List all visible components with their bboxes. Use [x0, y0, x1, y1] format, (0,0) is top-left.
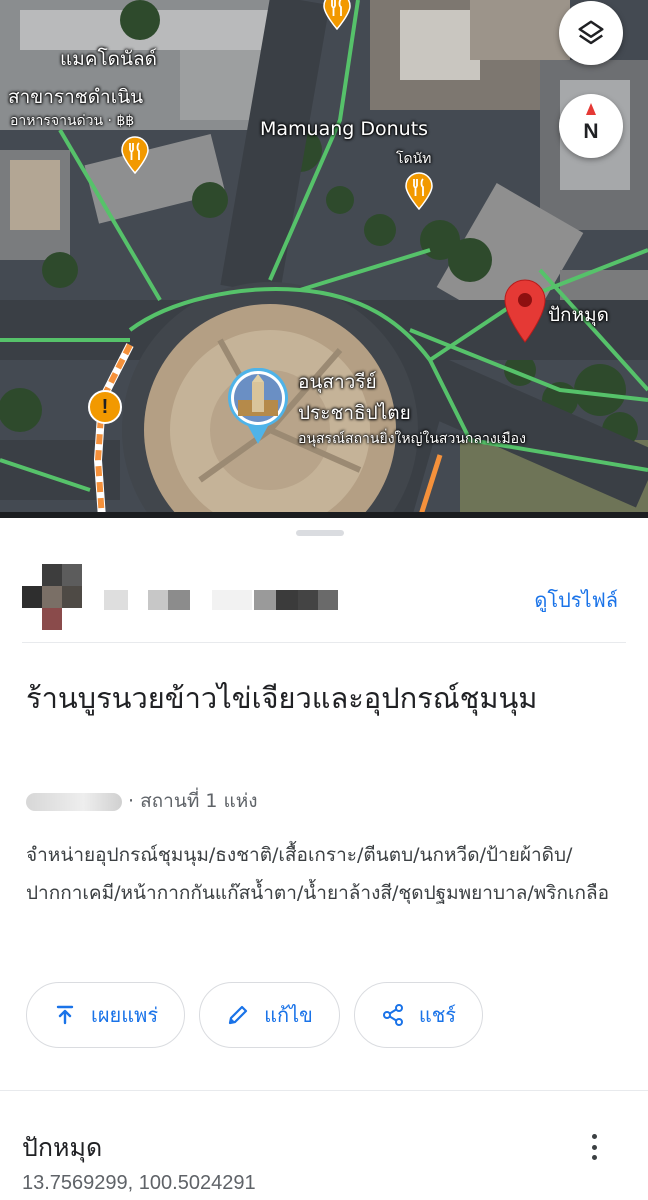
publish-icon	[56, 1005, 74, 1025]
contributor-name-blurred	[26, 792, 122, 811]
restaurant-poi-icon[interactable]	[404, 172, 434, 210]
share-button[interactable]: แชร์	[353, 982, 484, 1048]
divider	[22, 642, 626, 643]
pencil-icon	[228, 1005, 248, 1025]
place-title: ร้านบูรนวยข้าวไข่เจียวและอุปกรณ์ชุมนุม	[26, 681, 538, 715]
layers-icon	[578, 20, 604, 45]
edit-button[interactable]: แก้ไข	[199, 982, 340, 1048]
place-description: จำหน่ายอุปกรณ์ชุมนุม/ธงชาติ/เสื้อเกราะ/ต…	[26, 844, 610, 904]
contributor-name-redacted	[104, 590, 344, 612]
dot	[591, 1155, 597, 1160]
monument-name-line2[interactable]: ประชาธิปไตย	[298, 398, 411, 428]
publish-label: เผยแพร่	[91, 1003, 159, 1027]
traffic-warning-icon[interactable]: !	[88, 390, 122, 424]
restaurant-poi-icon[interactable]	[322, 0, 352, 30]
map-layers-button[interactable]	[559, 1, 623, 65]
publish-button[interactable]: เผยแพร่	[26, 982, 186, 1048]
mcd-name-label[interactable]: แมคโดนัลด์	[60, 44, 157, 74]
avatar[interactable]	[22, 564, 84, 630]
donut-category-label: โดนัท	[396, 151, 432, 167]
compass-north-label: N	[583, 120, 599, 143]
monument-photo-pin-icon[interactable]	[226, 368, 290, 446]
sheet-drag-handle[interactable]	[296, 530, 344, 536]
dropped-pin-title: ปักหมุด	[22, 1133, 103, 1162]
action-chips: เผยแพร่ แก้ไข แชร์	[26, 982, 484, 1048]
pin-coordinates[interactable]: 13.7569299, 100.5024291	[22, 1172, 256, 1195]
mcd-category-label: อาหารจานด่วน · ฿฿	[10, 113, 135, 129]
monument-description: อนุสรณ์สถานยิ่งใหญ่ในสวนกลางเมือง	[298, 431, 526, 447]
dot	[591, 1134, 597, 1139]
view-profile-link[interactable]: ดูโปรไฟล์	[534, 584, 618, 616]
place-count-label: · สถานที่ 1 แห่ง	[128, 790, 258, 812]
monument-name-line1[interactable]: อนุสาวรีย์	[298, 367, 377, 397]
pin-map-label[interactable]: ปักหมุด	[548, 300, 609, 330]
more-options-button[interactable]	[584, 1130, 604, 1164]
dot	[591, 1144, 597, 1150]
place-subline: · สถานที่ 1 แห่ง	[26, 786, 258, 816]
restaurant-poi-icon[interactable]	[120, 136, 150, 174]
share-label: แชร์	[418, 1003, 457, 1027]
donut-name-label[interactable]: Mamuang Donuts	[260, 118, 428, 140]
divider	[0, 1090, 648, 1091]
share-icon	[382, 1004, 403, 1026]
map-view[interactable]: แมคโดนัลด์ สาขาราชดำเนิน อาหารจานด่วน · …	[0, 0, 648, 518]
place-details-sheet: ดูโปรไฟล์ ร้านบูรนวยข้าวไข่เจียวและอุปกร…	[0, 518, 648, 1200]
red-location-pin-icon[interactable]	[502, 278, 548, 344]
contributor-row: ดูโปรไฟล์	[0, 558, 648, 642]
mcd-branch-label[interactable]: สาขาราชดำเนิน	[8, 82, 143, 112]
compass-button[interactable]: N	[559, 94, 623, 158]
compass-needle-icon	[586, 103, 596, 115]
edit-label: แก้ไข	[264, 1003, 313, 1027]
